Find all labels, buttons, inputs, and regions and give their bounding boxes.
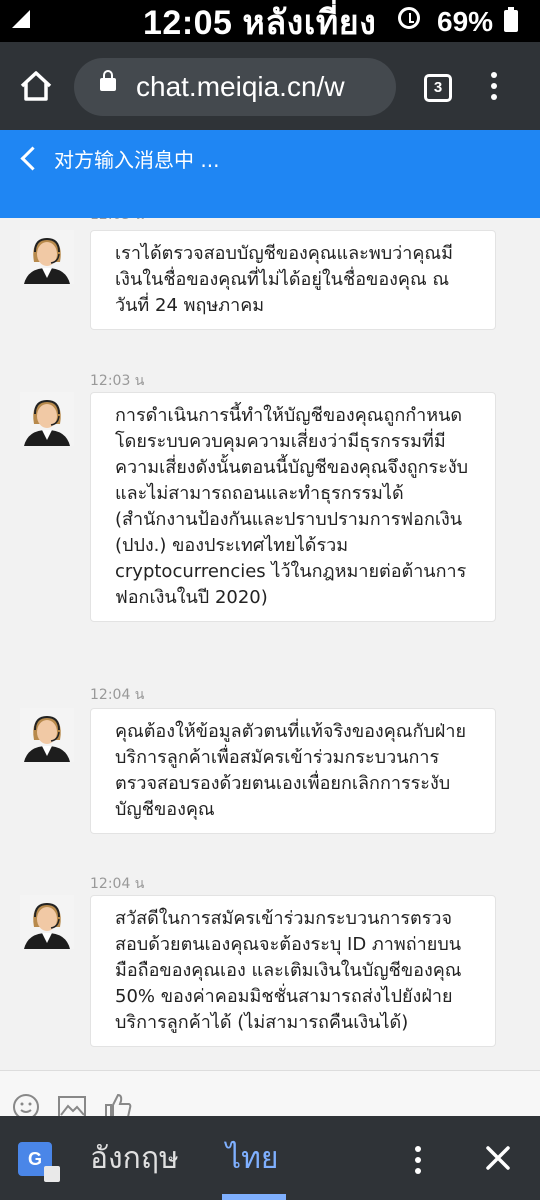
selected-language-indicator xyxy=(222,1194,286,1200)
message-bubble: การดำเนินการนี้ทำให้บัญชีของคุณถูกกำหนดโ… xyxy=(90,392,496,622)
browser-toolbar: chat.meiqia.cn/w 3 xyxy=(0,42,540,130)
close-icon[interactable] xyxy=(484,1144,512,1172)
back-icon[interactable] xyxy=(20,146,45,171)
agent-avatar xyxy=(20,895,74,949)
translate-bar: G อังกฤษ ไทย xyxy=(0,1116,540,1200)
translate-menu-icon[interactable] xyxy=(414,1146,422,1176)
chat-input-toolbar xyxy=(0,1070,540,1117)
message-bubble: คุณต้องให้ข้อมูลตัวตนที่แท้จริงของคุณกับ… xyxy=(90,708,496,834)
source-language-tab[interactable]: อังกฤษ xyxy=(90,1136,179,1182)
browser-menu-icon[interactable] xyxy=(490,72,498,102)
lock-icon xyxy=(100,70,116,91)
message-bubble: เราได้ตรวจสอบบัญชีของคุณและพบว่าคุณมีเงิ… xyxy=(90,230,496,330)
target-language-tab[interactable]: ไทย xyxy=(226,1136,278,1182)
message-bubble: สวัสดีในการสมัครเข้าร่วมกระบวนการตรวจสอบ… xyxy=(90,895,496,1047)
thumbs-up-icon[interactable] xyxy=(104,1093,132,1117)
agent-avatar xyxy=(20,708,74,762)
message-time: 12:03 น xyxy=(90,373,145,389)
emoji-icon[interactable] xyxy=(12,1093,40,1117)
battery-icon xyxy=(504,7,518,32)
home-icon[interactable] xyxy=(18,68,54,104)
message-time: 12:04 น xyxy=(90,687,145,703)
signal-icon xyxy=(12,10,30,28)
typing-status: 对方输入消息中 ... xyxy=(54,148,220,172)
alarm-icon xyxy=(398,7,420,29)
message-time: 12:04 น xyxy=(90,876,145,892)
chat-header: 对方输入消息中 ... xyxy=(0,130,540,218)
status-time: 12:05 หลังเที่ยง xyxy=(143,4,377,42)
image-icon[interactable] xyxy=(58,1093,86,1117)
tab-switcher-button[interactable]: 3 xyxy=(424,74,452,102)
message-time: 12:03 น xyxy=(90,218,144,226)
agent-avatar xyxy=(20,230,74,284)
message-list[interactable]: 12:03 น เราได้ตรวจสอบบัญชีของคุณและพบว่า… xyxy=(0,218,540,1070)
status-bar: 12:05 หลังเที่ยง 69% xyxy=(0,0,540,42)
google-translate-icon: G xyxy=(18,1142,60,1182)
agent-avatar xyxy=(20,392,74,446)
battery-percent: 69% xyxy=(437,6,494,37)
address-bar[interactable]: chat.meiqia.cn/w xyxy=(74,58,396,116)
url-text: chat.meiqia.cn/w xyxy=(136,71,345,102)
